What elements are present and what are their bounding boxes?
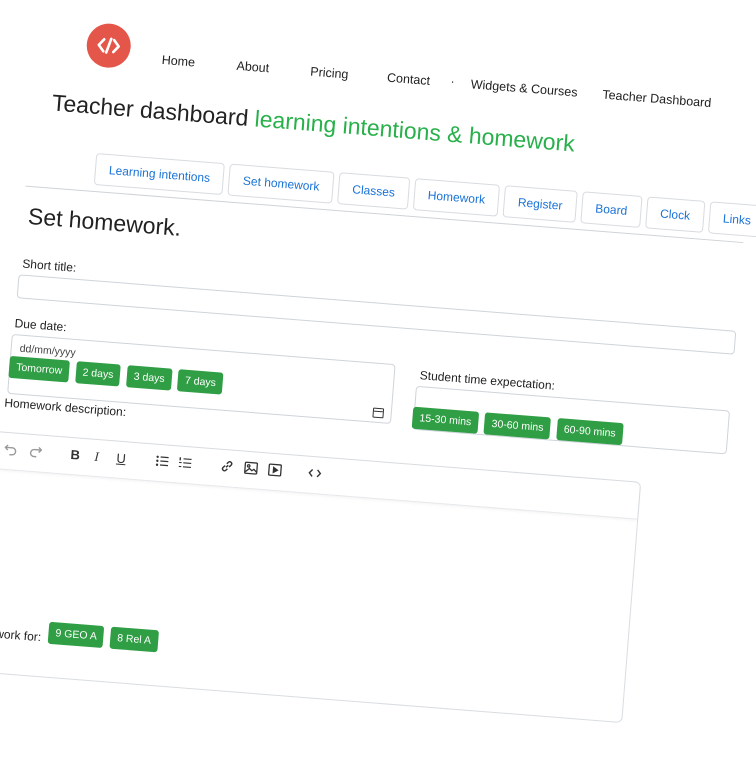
due-2-days-button[interactable]: 2 days <box>74 361 122 387</box>
tab-links[interactable]: Links <box>707 201 756 238</box>
tab-register[interactable]: Register <box>502 185 578 223</box>
underline-icon[interactable]: U <box>116 451 127 468</box>
logo-icon[interactable] <box>85 22 133 70</box>
due-3-days-button[interactable]: 3 days <box>125 365 173 391</box>
page-title: Teacher dashboard learning intentions & … <box>51 89 576 157</box>
nav-widgets-courses[interactable]: Widgets & Courses <box>470 77 578 99</box>
redo-icon[interactable] <box>28 444 43 459</box>
nav-home[interactable]: Home <box>161 53 195 70</box>
due-tomorrow-button[interactable]: Tomorrow <box>8 355 71 383</box>
nav-pricing[interactable]: Pricing <box>310 65 349 82</box>
short-title-label: Short title: <box>21 256 77 275</box>
class-9-geo-a-button[interactable]: 9 GEO A <box>47 621 105 649</box>
calendar-icon[interactable] <box>372 407 385 419</box>
tab-set-homework[interactable]: Set homework <box>227 163 335 204</box>
nav-about[interactable]: About <box>236 59 270 76</box>
tab-classes[interactable]: Classes <box>337 172 411 210</box>
nav-contact[interactable]: Contact <box>387 71 431 88</box>
tab-clock[interactable]: Clock <box>644 196 706 233</box>
image-icon[interactable] <box>244 461 259 476</box>
form-heading: Set homework. <box>27 202 183 241</box>
due-7-days-button[interactable]: 7 days <box>177 369 224 395</box>
numbered-list-icon[interactable] <box>178 455 193 470</box>
link-icon[interactable] <box>220 459 235 474</box>
due-date-label: Due date: <box>14 316 68 335</box>
tab-homework[interactable]: Homework <box>412 178 501 217</box>
page: Home About Pricing Contact . Widgets & C… <box>0 0 756 777</box>
nav-separator: . <box>450 71 456 86</box>
dashboard-tabs: Learning intentions Set homework Classes… <box>93 153 756 238</box>
tab-board[interactable]: Board <box>580 191 643 228</box>
bullet-list-icon[interactable] <box>155 454 170 469</box>
video-icon[interactable] <box>267 462 282 477</box>
tab-learning-intentions[interactable]: Learning intentions <box>93 153 226 196</box>
class-8-rel-a-button[interactable]: 8 Rel A <box>109 626 159 653</box>
italic-icon[interactable]: I <box>94 449 100 465</box>
undo-icon[interactable] <box>3 442 18 457</box>
editor-toolbar: B I U <box>0 431 641 520</box>
page-title-accent: learning intentions & homework <box>253 105 576 157</box>
nav-teacher-dashboard[interactable]: Teacher Dashboard <box>602 88 712 111</box>
page-title-main: Teacher dashboard <box>51 89 250 131</box>
code-icon[interactable] <box>307 466 322 481</box>
description-editor[interactable]: B I U <box>0 430 642 724</box>
bold-icon[interactable]: B <box>70 447 81 464</box>
